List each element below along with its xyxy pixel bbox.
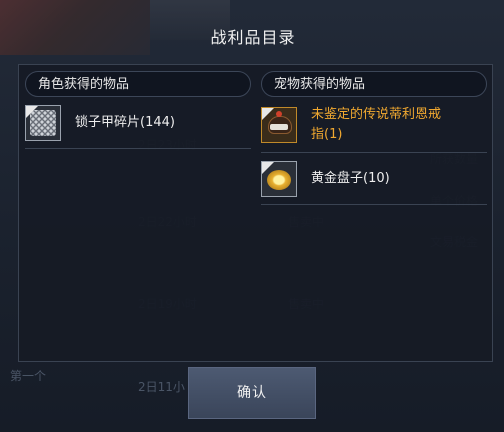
loot-panel: 角色获得的物品 锁子甲碎片(144) 宠物获得的物品 未鉴定的传说蒂利恩戒指(1… xyxy=(18,64,493,362)
loot-item-name: 锁子甲碎片(144) xyxy=(75,115,175,130)
character-loot-column: 角色获得的物品 锁子甲碎片(144) xyxy=(25,71,251,149)
confirm-button[interactable]: 确认 xyxy=(188,367,316,419)
ring-icon[interactable] xyxy=(261,107,297,143)
gold-plate-icon[interactable] xyxy=(261,161,297,197)
loot-item[interactable]: 锁子甲碎片(144) xyxy=(25,105,251,149)
loot-item-name: 黄金盘子(10) xyxy=(311,171,390,186)
bound-tag-icon xyxy=(26,106,38,118)
bound-tag-icon xyxy=(262,162,274,174)
character-loot-header: 角色获得的物品 xyxy=(25,71,251,97)
dialog-title: 战利品目录 xyxy=(210,28,296,47)
pet-loot-header: 宠物获得的物品 xyxy=(261,71,487,97)
ring-band-graphic xyxy=(270,124,288,130)
ring-gem-graphic xyxy=(276,111,282,117)
loot-item[interactable]: 黄金盘子(10) xyxy=(261,161,487,205)
loot-item-name: 未鉴定的传说蒂利恩戒指(1) xyxy=(311,107,442,142)
loot-catalog-dialog: 战利品目录 角色获得的物品 锁子甲碎片(144) 宠物获得的物品 未鉴定的传说蒂… xyxy=(8,8,498,424)
pet-loot-column: 宠物获得的物品 未鉴定的传说蒂利恩戒指(1) 黄金盘子(10) xyxy=(261,71,487,205)
bound-tag-icon xyxy=(262,108,274,120)
chainmail-fragment-icon[interactable] xyxy=(25,105,61,141)
loot-item[interactable]: 未鉴定的传说蒂利恩戒指(1) xyxy=(261,105,487,153)
